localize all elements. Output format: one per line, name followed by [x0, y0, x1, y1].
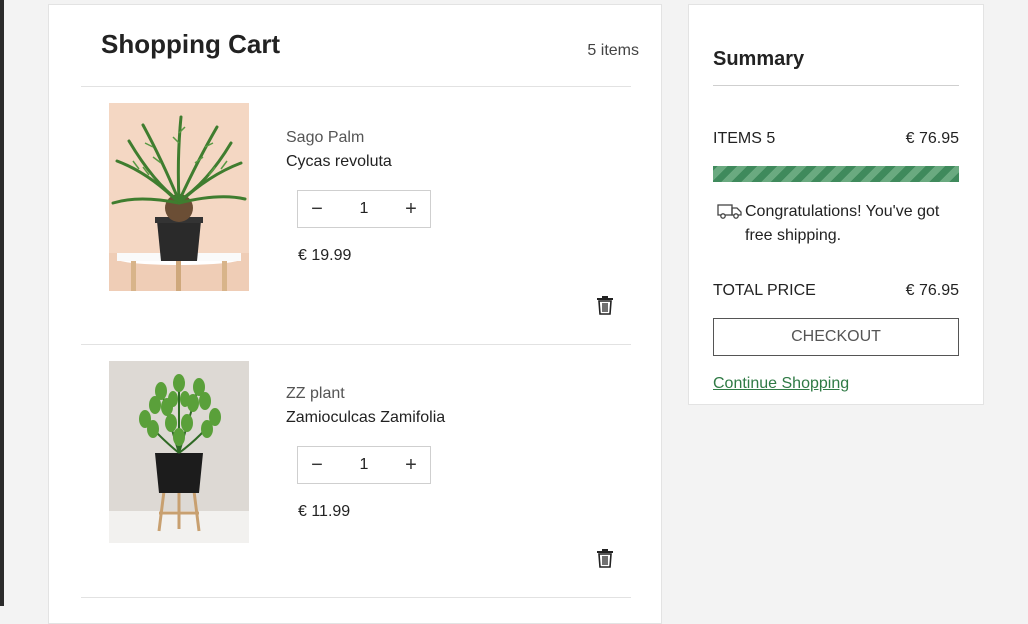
shipping-progress-bar: [713, 166, 959, 182]
quantity-stepper: − 1 +: [297, 446, 431, 484]
shipping-progress-fill: [713, 166, 959, 182]
product-image-zz-plant: [109, 361, 249, 543]
divider: [81, 597, 631, 598]
product-name: ZZ plant: [286, 385, 345, 402]
divider: [81, 344, 631, 345]
divider: [81, 86, 631, 87]
divider: [713, 85, 959, 86]
total-price-label: TOTAL PRICE: [713, 282, 816, 299]
page-title: Shopping Cart: [101, 29, 281, 59]
items-label: ITEMS 5: [713, 130, 776, 147]
quantity-stepper: − 1 +: [297, 190, 431, 228]
minus-icon[interactable]: −: [298, 191, 336, 227]
items-total: € 76.95: [905, 130, 959, 147]
cart-panel: Shopping Cart 5 items Sago Palm Cycas re…: [48, 4, 662, 624]
checkout-button[interactable]: CHECKOUT: [713, 318, 959, 356]
plus-icon[interactable]: +: [392, 447, 430, 483]
quantity-value[interactable]: 1: [360, 456, 369, 474]
window-edge: [0, 0, 4, 606]
product-price: € 11.99: [298, 503, 351, 520]
trash-icon[interactable]: [596, 295, 614, 315]
product-image-sago-palm: [109, 103, 249, 291]
product-latin-name: Zamioculcas Zamifolia: [286, 409, 446, 426]
summary-title: Summary: [713, 48, 805, 70]
product-price: € 19.99: [298, 247, 352, 264]
product-name: Sago Palm: [286, 129, 365, 146]
truck-icon: [717, 203, 743, 219]
quantity-value[interactable]: 1: [360, 200, 369, 218]
total-price-value: € 76.95: [905, 282, 959, 299]
plus-icon[interactable]: +: [392, 191, 430, 227]
cart-item-count: 5 items: [587, 42, 639, 59]
minus-icon[interactable]: −: [298, 447, 336, 483]
product-latin-name: Cycas revoluta: [286, 153, 392, 170]
trash-icon[interactable]: [596, 548, 614, 568]
continue-shopping-link[interactable]: Continue Shopping: [713, 375, 849, 393]
summary-panel: Summary ITEMS 5 € 76.95 Congratulations!…: [688, 4, 984, 405]
shipping-message-text: Congratulations! You've got free shippin…: [745, 203, 940, 244]
